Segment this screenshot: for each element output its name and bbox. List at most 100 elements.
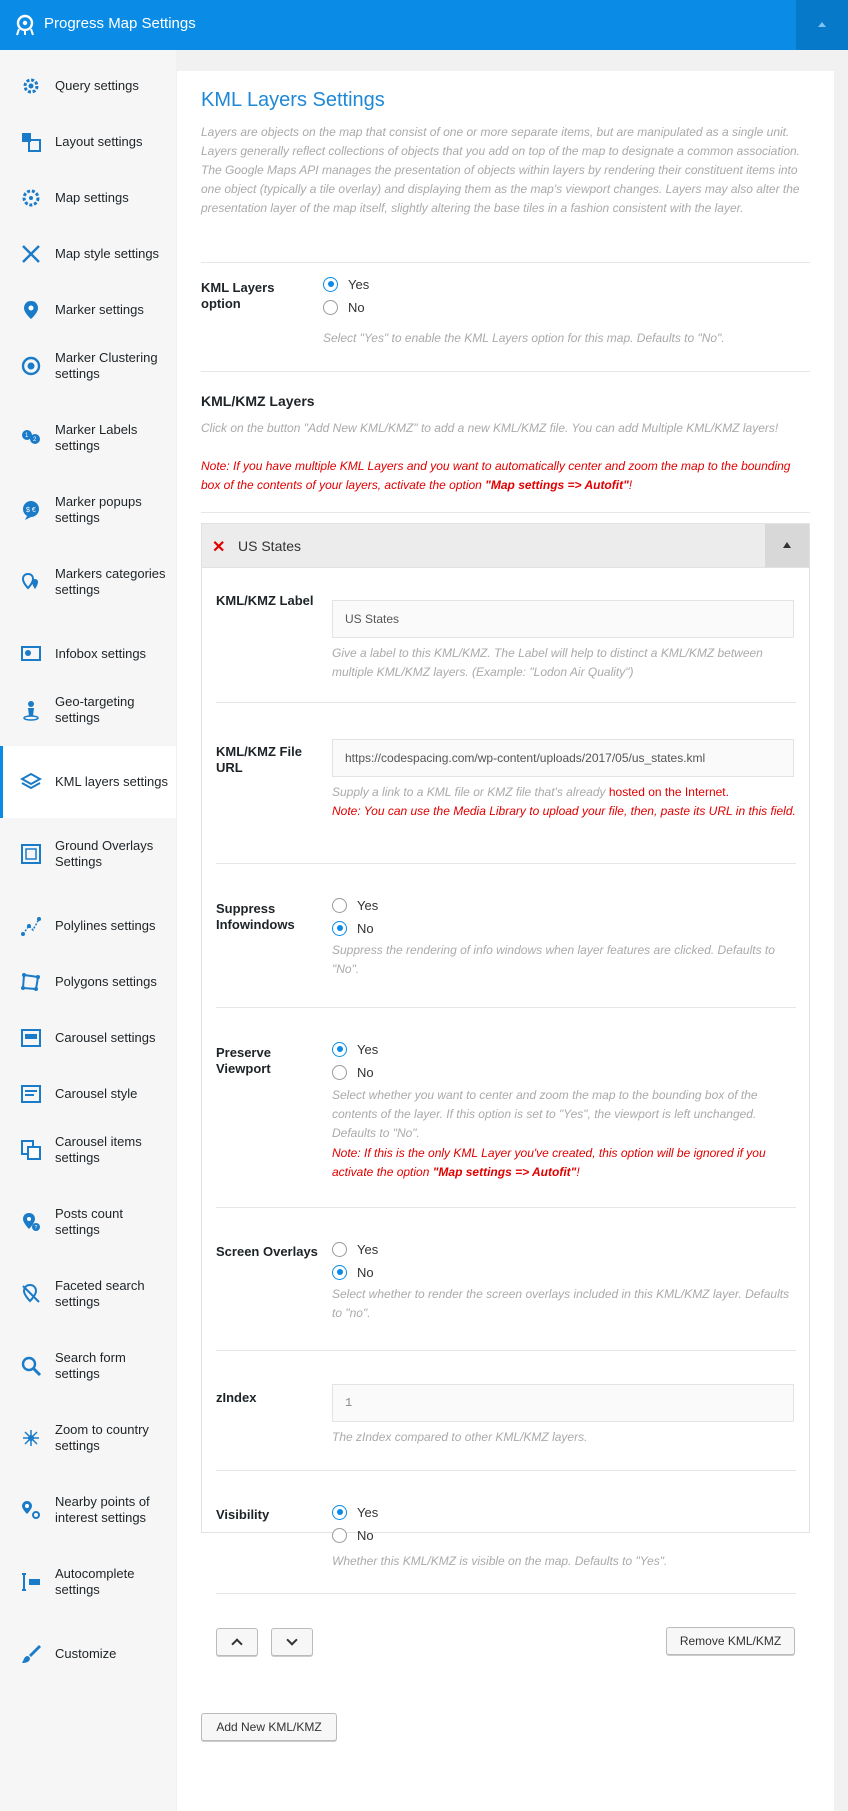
svg-text:?: ? xyxy=(35,1225,38,1231)
preserve-help: Select whether you want to center and zo… xyxy=(332,1088,758,1140)
delete-layer-icon[interactable]: ✕ xyxy=(212,537,225,557)
sidebar-item-marker-popups-settings[interactable]: $ € Marker popups settings xyxy=(0,474,176,546)
map-gear-icon xyxy=(22,189,40,207)
kml-url-field-label: KML/KMZ File URL xyxy=(216,744,302,775)
radio-no[interactable] xyxy=(332,920,347,936)
carousel-icon xyxy=(21,1029,41,1047)
layers-icon xyxy=(20,772,42,790)
sidebar-item-carousel-items-settings[interactable]: Carousel items settings xyxy=(0,1114,176,1186)
move-layer-down-button[interactable] xyxy=(271,1628,313,1656)
screen-overlays-help: Select whether to render the screen over… xyxy=(332,1287,790,1320)
chevron-down-icon xyxy=(286,1634,298,1646)
radio-no[interactable] xyxy=(332,1264,347,1280)
preserve-no[interactable]: No xyxy=(332,1063,374,1081)
visibility-label: Visibility xyxy=(216,1507,270,1522)
zindex-help: The zIndex compared to other KML/KMZ lay… xyxy=(332,1430,588,1444)
divider xyxy=(216,1350,796,1351)
divider xyxy=(216,863,796,864)
kml-settings-panel: KML Layers Settings Layers are objects o… xyxy=(177,71,834,1811)
visibility-yes[interactable]: Yes xyxy=(332,1503,378,1521)
app-title: Progress Map Settings xyxy=(44,15,196,32)
divider xyxy=(201,371,810,372)
page-title: KML Layers Settings xyxy=(201,89,385,111)
radio-no[interactable] xyxy=(323,299,338,315)
kml-layers-help: Click on the button "Add New KML/KMZ" to… xyxy=(201,421,779,435)
geo-targeting-icon xyxy=(23,701,39,721)
search-icon xyxy=(21,1356,42,1377)
sidebar-item-marker-clustering-settings[interactable]: Marker Clustering settings xyxy=(0,330,176,402)
kml-option-help: Select "Yes" to enable the KML Layers op… xyxy=(323,331,725,345)
settings-sidebar: Query settings Layout settings Map setti… xyxy=(0,50,176,1811)
suppress-help: Suppress the rendering of info windows w… xyxy=(332,943,775,976)
map-style-icon xyxy=(22,245,40,263)
carousel-items-icon xyxy=(21,1140,41,1160)
visibility-no[interactable]: No xyxy=(332,1526,374,1544)
layout-icon xyxy=(22,133,41,152)
kml-label-input[interactable]: US States xyxy=(332,600,794,638)
sidebar-item-posts-count-settings[interactable]: ? Posts count settings xyxy=(0,1186,176,1258)
kml-option-yes[interactable]: Yes xyxy=(323,275,369,293)
move-layer-up-button[interactable] xyxy=(216,1628,258,1656)
polygon-icon xyxy=(21,973,40,991)
popup-icon: $ € xyxy=(23,501,39,520)
radio-no[interactable] xyxy=(332,1064,347,1080)
sidebar-item-search-form-settings[interactable]: Search form settings xyxy=(0,1330,176,1402)
nearby-poi-icon xyxy=(22,1501,40,1519)
posts-count-icon: ? xyxy=(23,1213,40,1231)
kml-url-help: Supply a link to a KML file or KMZ file … xyxy=(332,785,729,799)
sidebar-item-nearby-points-of-interest-settings[interactable]: Nearby points of interest settings xyxy=(0,1474,176,1546)
zoom-country-icon xyxy=(23,1430,39,1446)
suppress-infowindows-label: Suppress Infowindows xyxy=(216,901,295,932)
divider xyxy=(201,512,810,513)
preserve-yes[interactable]: Yes xyxy=(332,1040,378,1058)
divider xyxy=(201,262,810,263)
divider xyxy=(216,1470,796,1471)
screen-overlays-yes[interactable]: Yes xyxy=(332,1240,378,1258)
radio-yes[interactable] xyxy=(332,1241,347,1257)
radio-yes[interactable] xyxy=(332,1504,347,1520)
gear-icon xyxy=(23,78,39,94)
sidebar-item-geo-targeting-settings[interactable]: Geo-targeting settings xyxy=(0,674,176,746)
suppress-no[interactable]: No xyxy=(332,919,374,937)
sidebar-item-marker-labels-settings[interactable]: 12 Marker Labels settings xyxy=(0,402,176,474)
remove-kml-button[interactable]: Remove KML/KMZ xyxy=(666,1627,795,1655)
sidebar-item-zoom-to-country-settings[interactable]: Zoom to country settings xyxy=(0,1402,176,1474)
add-new-kml-button[interactable]: Add New KML/KMZ xyxy=(201,1713,337,1741)
sidebar-item-customize[interactable]: Customize xyxy=(0,1618,176,1690)
kml-option-no[interactable]: No xyxy=(323,298,365,316)
svg-text:$ €: $ € xyxy=(26,507,36,514)
ground-overlay-icon xyxy=(21,844,41,864)
kml-layer-header[interactable]: ✕ US States xyxy=(202,524,809,568)
kml-layer-title: US States xyxy=(238,538,302,554)
kml-label-help: Give a label to this KML/KMZ. The Label … xyxy=(332,646,763,679)
progress-map-logo-icon xyxy=(16,14,34,36)
kml-layers-heading: KML/KMZ Layers xyxy=(201,393,315,409)
kml-option-label: KML Layers option xyxy=(201,280,275,311)
sidebar-item-markers-categories-settings[interactable]: Markers categories settings xyxy=(0,546,176,618)
radio-no[interactable] xyxy=(332,1527,347,1543)
categories-icon xyxy=(21,572,38,590)
polyline-icon xyxy=(21,917,41,936)
caret-up-icon xyxy=(783,542,791,548)
sidebar-item-faceted-search-settings[interactable]: Faceted search settings xyxy=(0,1258,176,1330)
sidebar-item-autocomplete-settings[interactable]: Autocomplete settings xyxy=(0,1546,176,1618)
divider xyxy=(216,702,796,703)
kml-url-input[interactable]: https://codespacing.com/wp-content/uploa… xyxy=(332,739,794,777)
divider xyxy=(216,1007,796,1008)
zindex-input[interactable]: 1 xyxy=(332,1384,794,1422)
radio-yes[interactable] xyxy=(332,1041,347,1057)
sidebar-item-ground-overlays-settings[interactable]: Ground Overlays Settings xyxy=(0,818,176,890)
sidebar-item-kml-layers-settings[interactable]: KML layers settings xyxy=(0,746,176,818)
caret-up-icon xyxy=(818,22,826,27)
section-description: Layers are objects on the map that consi… xyxy=(201,125,801,215)
radio-yes[interactable] xyxy=(332,897,347,913)
suppress-yes[interactable]: Yes xyxy=(332,896,378,914)
screen-overlays-no[interactable]: No xyxy=(332,1263,374,1281)
radio-yes[interactable] xyxy=(323,276,338,292)
preserve-note: Note: If this is the only KML Layer you'… xyxy=(332,1146,766,1179)
marker-icon xyxy=(24,301,38,319)
zindex-label: zIndex xyxy=(216,1390,257,1405)
collapse-header-button[interactable] xyxy=(796,0,848,50)
faceted-search-icon xyxy=(22,1283,40,1303)
collapse-layer-button[interactable] xyxy=(765,524,809,567)
